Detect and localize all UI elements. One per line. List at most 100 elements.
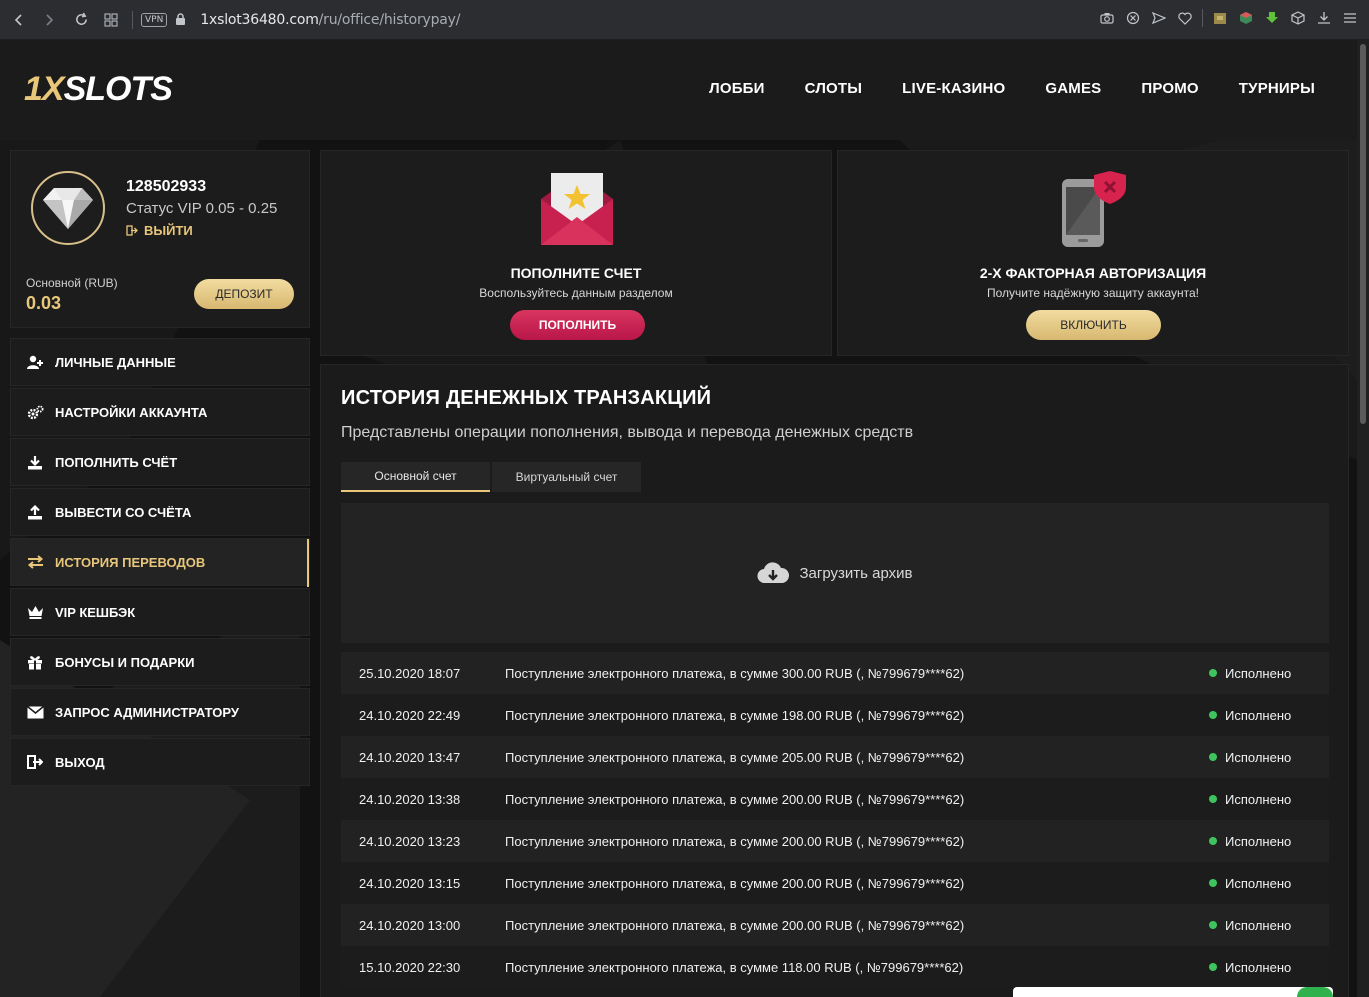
site-header: 1XSLOTS ЛОББИ СЛОТЫ LIVE-КАЗИНО GAMES ПР… — [0, 40, 1357, 140]
tab-main-account[interactable]: Основной счет — [341, 462, 490, 492]
menu-item-vip-cashback[interactable]: VIP КЕШБЭК — [10, 588, 310, 636]
box-icon[interactable] — [1289, 7, 1307, 29]
status-dot-icon — [1209, 795, 1217, 803]
twofa-promo-card: 2-Х ФАКТОРНАЯ АВТОРИЗАЦИЯ Получите надёж… — [837, 150, 1349, 356]
table-row: 24.10.2020 13:00 Поступление электронного… — [341, 904, 1329, 946]
status-dot-icon — [1209, 879, 1217, 887]
menu-item-withdraw[interactable]: ВЫВЕСТИ СО СЧЁТА — [10, 488, 310, 536]
nav-games[interactable]: GAMES — [1045, 80, 1101, 97]
account-tabs: Основной счет Виртуальный счет — [341, 462, 641, 492]
extension-folder-icon[interactable] — [1211, 7, 1229, 29]
nav-live-casino[interactable]: LIVE-КАЗИНО — [902, 80, 1005, 97]
menu-label: ВЫВЕСТИ СО СЧЁТА — [55, 504, 192, 520]
logout-link[interactable]: ВЫЙТИ — [126, 223, 193, 238]
nav-tournaments[interactable]: ТУРНИРЫ — [1239, 80, 1315, 97]
logout-icon — [126, 225, 138, 236]
transactions-list: 25.10.2020 18:07 Поступление электронного… — [341, 652, 1329, 988]
status-dot-icon — [1209, 669, 1217, 677]
menu-lines-icon[interactable] — [1341, 7, 1359, 29]
history-subtitle: Представлены операции пополнения, вывода… — [341, 424, 914, 441]
menu-item-account-settings[interactable]: НАСТРОЙКИ АККАУНТА — [10, 388, 310, 436]
twofa-card-title: 2-Х ФАКТОРНАЯ АВТОРИЗАЦИЯ — [979, 265, 1207, 281]
enable-2fa-button[interactable]: ВКЛЮЧИТЬ — [1026, 310, 1161, 340]
menu-label: ВЫХОД — [55, 754, 105, 770]
row-description: Поступление электронного платежа, в сумм… — [505, 833, 965, 849]
status-text: Исполнено — [1225, 707, 1292, 723]
table-row: 24.10.2020 13:38 Поступление электронного… — [341, 778, 1329, 820]
transaction-history-panel: ИСТОРИЯ ДЕНЕЖНЫХ ТРАНЗАКЦИЙ Представлены… — [320, 364, 1349, 997]
downloads-icon[interactable] — [1315, 7, 1333, 29]
history-title: ИСТОРИЯ ДЕНЕЖНЫХ ТРАНЗАКЦИЙ — [341, 387, 712, 409]
toolbar-divider — [132, 10, 133, 29]
chat-widget-tab[interactable] — [1013, 987, 1333, 997]
download-archive-button[interactable]: Загрузить архив — [341, 503, 1329, 643]
table-row: 24.10.2020 13:15 Поступление электронного… — [341, 862, 1329, 904]
user-id: 128502933 — [126, 178, 207, 195]
adblock-icon[interactable] — [1124, 7, 1142, 29]
status-dot-icon — [1209, 711, 1217, 719]
logo-1x: 1X — [24, 70, 65, 108]
tabs-grid-icon[interactable] — [98, 7, 124, 33]
status-text: Исполнено — [1225, 833, 1292, 849]
row-description: Поступление электронного платежа, в сумм… — [505, 875, 965, 891]
deposit-card-title: ПОПОЛНИТЕ СЧЕТ — [510, 265, 642, 281]
site-logo[interactable]: 1XSLOTS — [24, 70, 173, 109]
menu-item-transfer-history[interactable]: ИСТОРИЯ ПЕРЕВОДОВ — [10, 538, 310, 587]
menu-label: НАСТРОЙКИ АККАУНТА — [55, 404, 208, 420]
row-description: Поступление электронного платежа, в сумм… — [505, 665, 965, 681]
row-description: Поступление электронного платежа, в сумм… — [505, 749, 965, 765]
row-status: Исполнено — [1209, 666, 1329, 681]
row-date: 24.10.2020 13:15 — [359, 875, 461, 891]
menu-item-exit[interactable]: ВЫХОД — [10, 738, 310, 786]
topup-button[interactable]: ПОПОЛНИТЬ — [510, 310, 645, 340]
status-dot-icon — [1209, 921, 1217, 929]
vpn-badge[interactable]: VPN — [141, 12, 168, 27]
upload-icon — [26, 503, 44, 521]
row-date: 24.10.2020 22:49 — [359, 707, 461, 723]
row-status: Исполнено — [1209, 918, 1329, 933]
nav-promo[interactable]: ПРОМО — [1141, 80, 1198, 97]
table-row: 15.10.2020 22:30 Поступление электронного… — [341, 946, 1329, 988]
heart-icon[interactable] — [1176, 7, 1194, 29]
menu-label: ЛИЧНЫЕ ДАННЫЕ — [55, 354, 176, 370]
transfer-arrows-icon — [26, 553, 44, 571]
nav-lobby[interactable]: ЛОББИ — [709, 80, 765, 97]
menu-item-personal-data[interactable]: ЛИЧНЫЕ ДАННЫЕ — [10, 338, 310, 386]
url-host: 1xslot36480.com — [200, 11, 319, 28]
send-icon[interactable] — [1150, 7, 1168, 29]
menu-label: VIP КЕШБЭК — [55, 604, 136, 620]
table-row: 25.10.2020 18:07 Поступление электронного… — [341, 652, 1329, 694]
extension-cube-icon[interactable] — [1237, 7, 1255, 29]
diamond-icon — [43, 188, 93, 229]
menu-item-bonuses[interactable]: БОНУСЫ И ПОДАРКИ — [10, 638, 310, 686]
row-description: Поступление электронного платежа, в сумм… — [505, 917, 965, 933]
envelope-star-icon — [541, 173, 613, 245]
row-description: Поступление электронного платежа, в сумм… — [505, 959, 964, 975]
deposit-button[interactable]: ДЕПОЗИТ — [194, 279, 294, 309]
gears-icon — [26, 403, 44, 421]
row-status: Исполнено — [1209, 792, 1329, 807]
browser-toolbar: VPN 1xslot36480.com/ru/office/historypay… — [0, 0, 1369, 40]
toolbar-divider-right — [1202, 9, 1203, 27]
twofa-card-subtitle: Получите надёжную защиту аккаунта! — [986, 286, 1199, 300]
status-dot-icon — [1209, 837, 1217, 845]
extension-download-icon[interactable] — [1263, 7, 1281, 29]
page-scrollbar[interactable] — [1357, 40, 1369, 997]
cloud-download-icon — [757, 562, 790, 584]
table-row: 24.10.2020 22:49 Поступление электронного… — [341, 694, 1329, 736]
tab-virtual-account[interactable]: Виртуальный счет — [492, 462, 641, 492]
forward-icon[interactable] — [36, 7, 62, 33]
reload-icon[interactable] — [68, 7, 94, 33]
camera-icon[interactable] — [1098, 7, 1116, 29]
logo-slots: SLOTS — [63, 70, 173, 108]
address-bar[interactable]: 1xslot36480.com/ru/office/historypay/ — [200, 12, 460, 28]
nav-slots[interactable]: СЛОТЫ — [805, 80, 863, 97]
back-icon[interactable] — [6, 7, 32, 33]
top-navigation: ЛОББИ СЛОТЫ LIVE-КАЗИНО GAMES ПРОМО ТУРН… — [709, 80, 1315, 97]
menu-item-deposit[interactable]: ПОПОЛНИТЬ СЧЁТ — [10, 438, 310, 486]
chat-widget-green-button[interactable] — [1297, 987, 1333, 997]
scrollbar-thumb[interactable] — [1360, 44, 1366, 424]
status-text: Исполнено — [1225, 749, 1292, 765]
menu-label: ПОПОЛНИТЬ СЧЁТ — [55, 454, 178, 470]
menu-item-admin-request[interactable]: ЗАПРОС АДМИНИСТРАТОРУ — [10, 688, 310, 736]
